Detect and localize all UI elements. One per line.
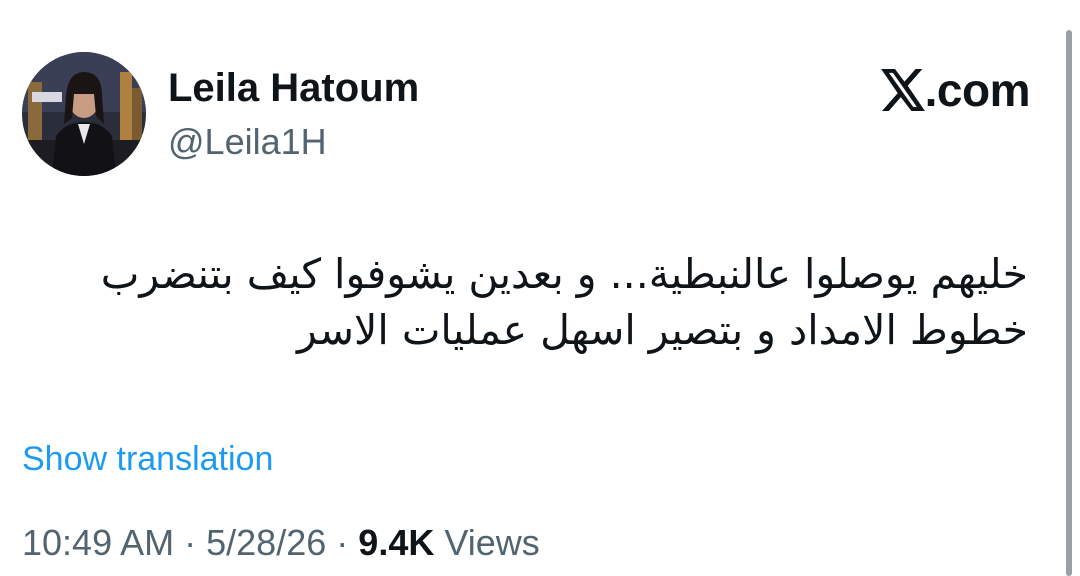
avatar[interactable] bbox=[22, 52, 146, 176]
views-count: 9.4K bbox=[358, 522, 435, 563]
display-name[interactable]: Leila Hatoum bbox=[168, 62, 419, 114]
meta-separator: · bbox=[184, 522, 197, 563]
views-label: Views bbox=[444, 522, 540, 563]
x-logo-icon bbox=[880, 69, 925, 111]
tweet-text: خليهم يوصلوا عالنبطية... و بعدين يشوفوا … bbox=[28, 246, 1028, 358]
scrollbar[interactable] bbox=[1066, 30, 1072, 576]
tweet-line: خليهم يوصلوا عالنبطية... و بعدين يشوفوا … bbox=[100, 250, 1028, 298]
brand-watermark: .com bbox=[880, 60, 1031, 120]
user-handle[interactable]: @Leila1H bbox=[168, 118, 327, 166]
tweet-time[interactable]: 10:49 AM bbox=[22, 522, 174, 563]
tweet-line: خطوط الامداد و بتصير اسهل عمليات الاسر bbox=[297, 306, 1028, 354]
tweet-card: Leila Hatoum @Leila1H .com خليهم يوصلوا … bbox=[0, 0, 1080, 576]
brand-text: .com bbox=[924, 64, 1031, 116]
tweet-date[interactable]: 5/28/26 bbox=[206, 522, 326, 563]
meta-separator: · bbox=[336, 522, 349, 563]
tweet-meta: 10:49 AM · 5/28/26 · 9.4K Views bbox=[22, 518, 540, 568]
show-translation-link[interactable]: Show translation bbox=[22, 436, 273, 482]
avatar-photo bbox=[22, 52, 146, 176]
